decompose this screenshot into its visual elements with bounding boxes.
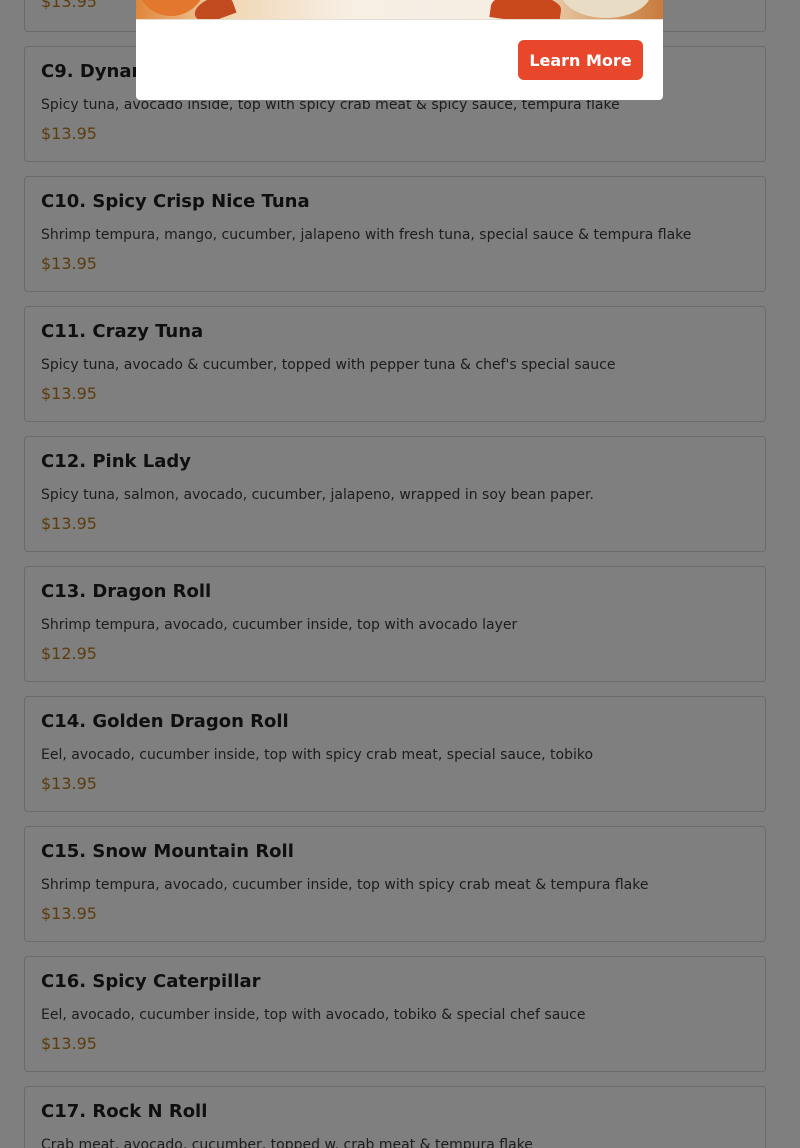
promo-banner-image (136, 0, 663, 20)
learn-more-button[interactable]: Learn More (518, 40, 643, 80)
food-bowl-decoration (561, 0, 651, 18)
modal-backdrop[interactable] (0, 0, 800, 1148)
autumn-leaf-decoration (489, 0, 563, 19)
promo-modal: Learn More (136, 0, 663, 100)
